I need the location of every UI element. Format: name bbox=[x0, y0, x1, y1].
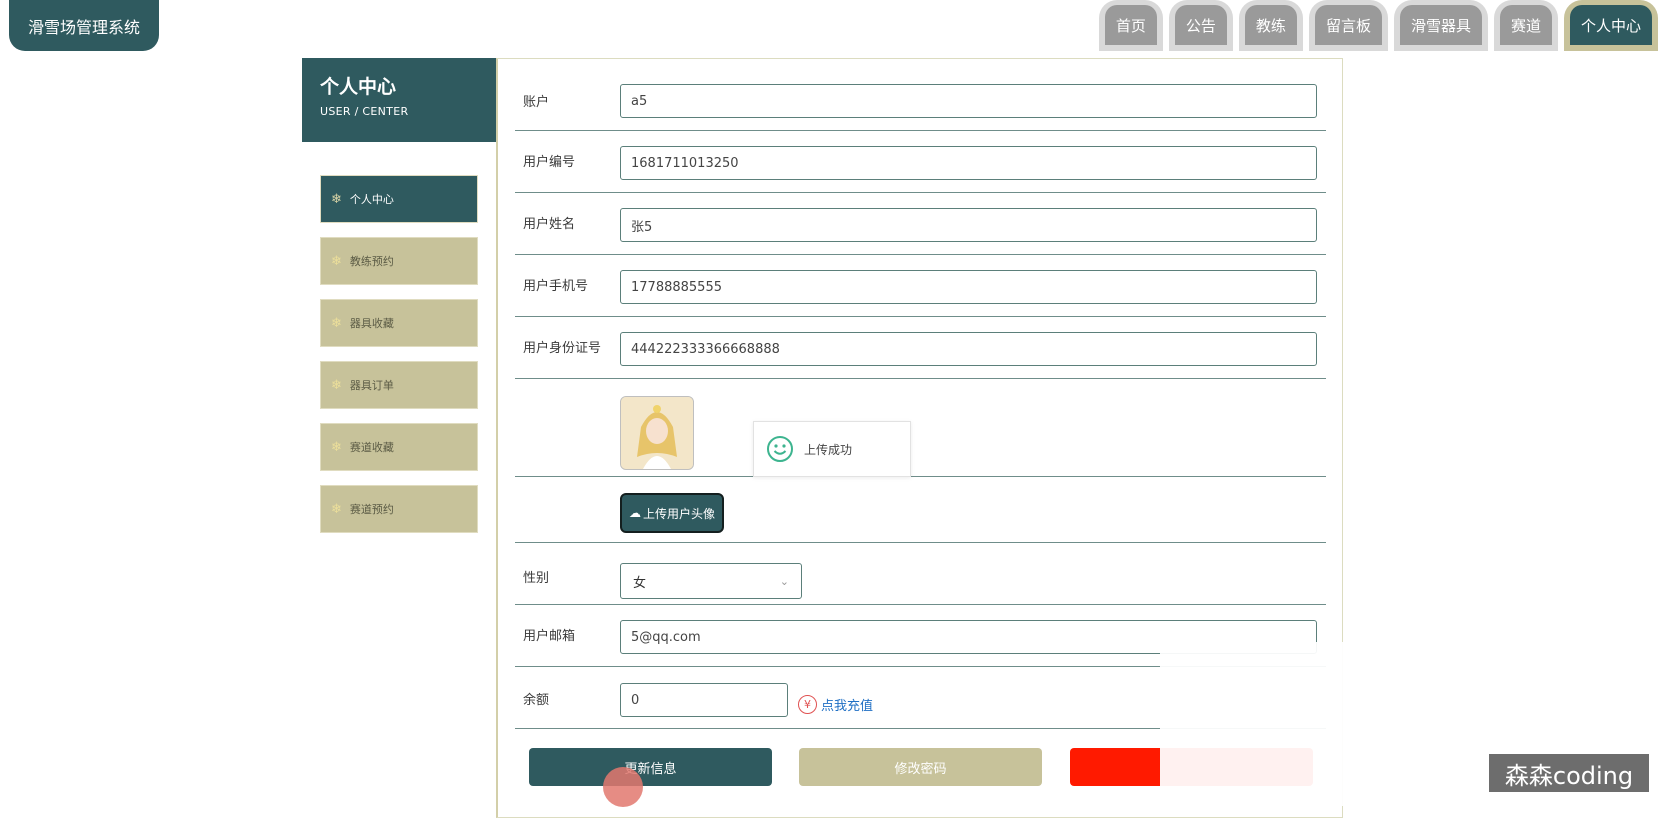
blurred-overlay bbox=[1160, 642, 1356, 806]
nav-tab-label: 个人中心 bbox=[1569, 5, 1652, 45]
sidebar-menu: ❄ 个人中心 ❄ 教练预约 ❄ 器具收藏 ❄ 器具订单 ❄ 赛道收藏 ❄ 赛道预约 bbox=[320, 175, 478, 547]
sidebar-item-label: 赛道预约 bbox=[349, 503, 394, 516]
form-row-user-no: 用户编号 1681711013250 bbox=[515, 131, 1326, 193]
upload-success-toast: 上传成功 bbox=[753, 421, 911, 477]
user-name-field[interactable]: 张5 bbox=[620, 208, 1317, 242]
yen-icon: ¥ bbox=[798, 695, 817, 714]
nav-tab-message-board[interactable]: 留言板 bbox=[1308, 0, 1388, 51]
sidebar-title: 个人中心 bbox=[320, 76, 397, 98]
form-row-account: 账户 a5 bbox=[515, 71, 1326, 131]
nav-tab-label: 滑雪器具 bbox=[1399, 5, 1482, 45]
form-row-id-card: 用户身份证号 444222333366668888 bbox=[515, 317, 1326, 379]
top-nav: 首页 公告 教练 留言板 滑雪器具 赛道 个人中心 bbox=[1098, 0, 1658, 52]
avatar-illustration bbox=[621, 397, 693, 469]
snowflake-icon: ❄ bbox=[331, 377, 342, 393]
nav-tab-home[interactable]: 首页 bbox=[1098, 0, 1163, 51]
form-row-avatar bbox=[515, 379, 1326, 477]
update-info-button[interactable]: 更新信息 bbox=[529, 748, 772, 786]
snowflake-icon: ❄ bbox=[331, 501, 342, 517]
user-no-label: 用户编号 bbox=[523, 155, 576, 170]
recharge-label: 点我充值 bbox=[821, 699, 874, 714]
snowflake-icon: ❄ bbox=[331, 191, 342, 207]
account-field[interactable]: a5 bbox=[620, 84, 1317, 118]
sidebar-header: 个人中心 USER / CENTER bbox=[302, 58, 496, 142]
nav-tab-label: 公告 bbox=[1174, 5, 1227, 45]
nav-tab-user-center[interactable]: 个人中心 bbox=[1563, 0, 1658, 51]
gender-label: 性别 bbox=[523, 571, 550, 586]
phone-label: 用户手机号 bbox=[523, 279, 589, 294]
smile-icon bbox=[767, 436, 793, 462]
nav-tab-label: 赛道 bbox=[1499, 5, 1552, 45]
change-password-button[interactable]: 修改密码 bbox=[799, 748, 1042, 786]
sidebar-item-equipment-favorites[interactable]: ❄ 器具收藏 bbox=[320, 299, 478, 347]
sidebar-item-track-booking[interactable]: ❄ 赛道预约 bbox=[320, 485, 478, 533]
id-card-field[interactable]: 444222333366668888 bbox=[620, 332, 1317, 366]
toast-message: 上传成功 bbox=[804, 442, 853, 457]
click-indicator bbox=[603, 767, 643, 807]
form-row-upload: ☁ 上传用户头像 bbox=[515, 477, 1326, 543]
sidebar-item-label: 个人中心 bbox=[349, 193, 394, 206]
nav-tab-notice[interactable]: 公告 bbox=[1168, 0, 1233, 51]
recharge-link[interactable]: ¥ 点我充值 bbox=[798, 695, 873, 714]
form-row-gender: 性别 女 ⌄ bbox=[515, 543, 1326, 605]
nav-tab-track[interactable]: 赛道 bbox=[1493, 0, 1558, 51]
balance-label: 余额 bbox=[523, 693, 550, 708]
watermark: 森森coding bbox=[1489, 754, 1649, 792]
nav-tab-label: 留言板 bbox=[1314, 5, 1382, 45]
chevron-down-icon: ⌄ bbox=[779, 574, 789, 588]
nav-tab-label: 教练 bbox=[1244, 5, 1297, 45]
nav-tab-ski-equipment[interactable]: 滑雪器具 bbox=[1393, 0, 1488, 51]
sidebar-item-user-center[interactable]: ❄ 个人中心 bbox=[320, 175, 478, 223]
email-label: 用户邮箱 bbox=[523, 629, 576, 644]
cloud-upload-icon: ☁ bbox=[628, 506, 641, 520]
id-card-label: 用户身份证号 bbox=[523, 341, 602, 356]
sidebar-item-coach-booking[interactable]: ❄ 教练预约 bbox=[320, 237, 478, 285]
form-row-user-name: 用户姓名 张5 bbox=[515, 193, 1326, 255]
snowflake-icon: ❄ bbox=[331, 315, 342, 331]
sidebar-item-label: 教练预约 bbox=[349, 255, 394, 268]
nav-tab-coach[interactable]: 教练 bbox=[1238, 0, 1303, 51]
user-avatar-image bbox=[620, 396, 694, 470]
upload-avatar-label: 上传用户头像 bbox=[642, 506, 715, 521]
user-name-label: 用户姓名 bbox=[523, 217, 576, 232]
sidebar-item-label: 器具订单 bbox=[349, 379, 394, 392]
gender-select[interactable]: 女 ⌄ bbox=[620, 563, 802, 599]
nav-tab-label: 首页 bbox=[1104, 5, 1157, 45]
balance-field[interactable]: 0 bbox=[620, 683, 788, 717]
sidebar-subtitle: USER / CENTER bbox=[320, 105, 409, 118]
user-no-field[interactable]: 1681711013250 bbox=[620, 146, 1317, 180]
app-logo-title: 滑雪场管理系统 bbox=[9, 0, 159, 51]
form-row-phone: 用户手机号 17788885555 bbox=[515, 255, 1326, 317]
snowflake-icon: ❄ bbox=[331, 439, 342, 455]
upload-avatar-button[interactable]: ☁ 上传用户头像 bbox=[620, 493, 724, 533]
snowflake-icon: ❄ bbox=[331, 253, 342, 269]
sidebar-item-label: 赛道收藏 bbox=[349, 441, 394, 454]
phone-field[interactable]: 17788885555 bbox=[620, 270, 1317, 304]
account-label: 账户 bbox=[523, 95, 550, 110]
sidebar-item-equipment-orders[interactable]: ❄ 器具订单 bbox=[320, 361, 478, 409]
sidebar-item-label: 器具收藏 bbox=[349, 317, 394, 330]
gender-selected-value: 女 bbox=[633, 575, 647, 591]
sidebar-item-track-favorites[interactable]: ❄ 赛道收藏 bbox=[320, 423, 478, 471]
